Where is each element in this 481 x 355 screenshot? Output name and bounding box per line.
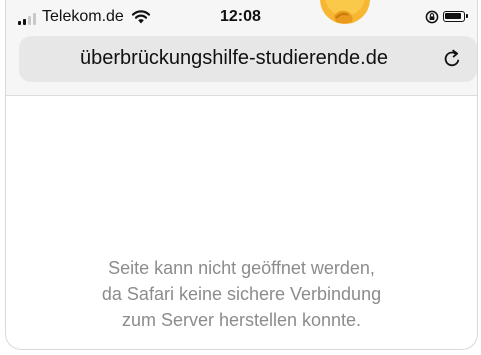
rotation-lock-icon (425, 10, 439, 24)
battery-icon (443, 11, 468, 22)
thinking-face-emoji (320, 0, 370, 24)
error-message: Seite kann nicht geöffnet werden, da Saf… (6, 255, 477, 333)
battery-level (445, 13, 461, 19)
status-bar: Telekom.de 12:08 (6, 0, 477, 32)
reload-icon[interactable] (441, 48, 463, 70)
status-time: 12:08 (220, 8, 261, 25)
address-bar[interactable]: überbrückungshilfe-studierende.de (19, 36, 477, 82)
wifi-icon (131, 10, 151, 24)
error-line-3: zum Server herstellen konnte. (121, 310, 362, 330)
browser-window: Telekom.de 12:08 überbrückungshilfe-stud… (5, 0, 478, 350)
error-line-2: da Safari keine sichere Verbindung (101, 284, 382, 304)
url-text[interactable]: überbrückungshilfe-studierende.de (19, 47, 477, 70)
cellular-signal-icon (18, 13, 40, 25)
error-line-1: Seite kann nicht geöffnet werden, (108, 258, 375, 278)
carrier-name: Telekom.de (42, 8, 124, 25)
browser-top-bar: Telekom.de 12:08 überbrückungshilfe-stud… (6, 0, 477, 96)
